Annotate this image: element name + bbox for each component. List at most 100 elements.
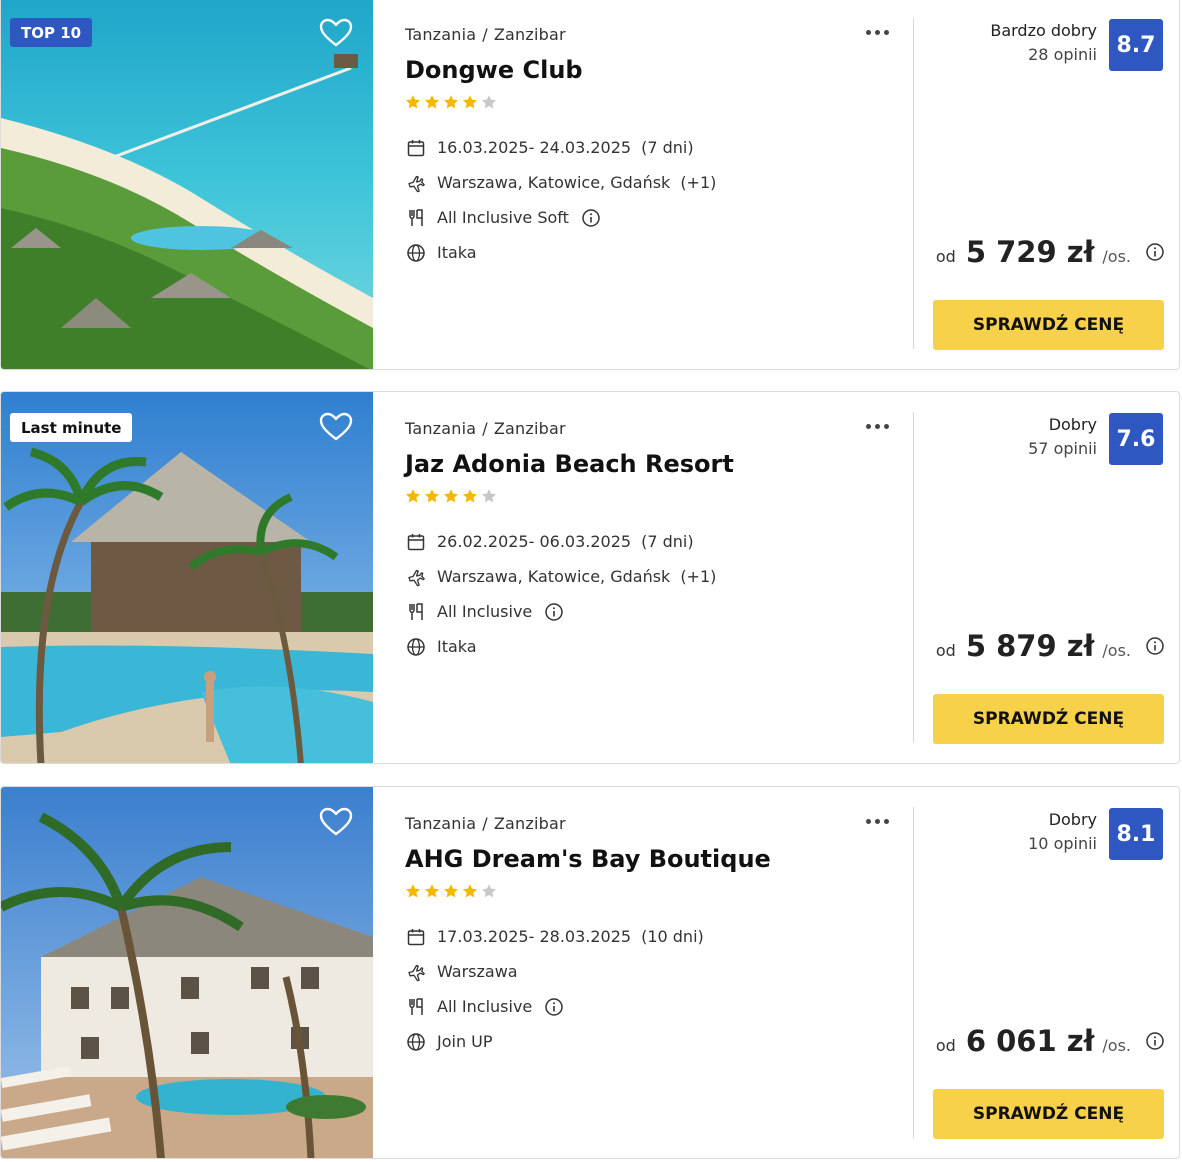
- rating-summary[interactable]: Bardzo dobry 28 opinii: [990, 19, 1097, 67]
- price-suffix: /os.: [1102, 641, 1131, 660]
- tour-operator: Itaka: [437, 243, 477, 262]
- review-count: 28 opinii: [1028, 45, 1097, 64]
- info-icon[interactable]: [581, 208, 601, 228]
- star-rating: [405, 488, 497, 504]
- price: od 5 879 zł /os.: [936, 629, 1165, 663]
- star-empty-icon: [482, 489, 496, 503]
- hotel-photo-beach: [1, 0, 373, 369]
- tour-operator: Join UP: [437, 1032, 493, 1051]
- rating-score[interactable]: 7.6: [1109, 413, 1163, 465]
- hotel-name[interactable]: Dongwe Club: [405, 56, 583, 84]
- rating-score[interactable]: 8.7: [1109, 19, 1163, 71]
- heart-icon[interactable]: [319, 412, 353, 442]
- location-separator: /: [482, 419, 488, 438]
- heart-icon[interactable]: [319, 807, 353, 837]
- fact-departure: Warszawa, Katowice, Gdańsk (+1): [405, 165, 716, 200]
- departure: Warszawa, Katowice, Gdańsk: [437, 173, 671, 192]
- duration: (7 dni): [641, 138, 694, 157]
- globe-icon: [405, 242, 427, 264]
- fact-board: All Inclusive: [405, 594, 716, 629]
- check-price-button[interactable]: SPRAWDŹ CENĘ: [933, 300, 1164, 350]
- star-icon: [463, 95, 477, 109]
- hotel-photo[interactable]: Last minute: [1, 392, 373, 763]
- board-type: All Inclusive Soft: [437, 208, 569, 227]
- rating-label: Dobry: [1048, 810, 1097, 829]
- star-rating: [405, 883, 497, 899]
- review-count: 10 opinii: [1028, 834, 1097, 853]
- fact-operator: Join UP: [405, 1024, 704, 1059]
- hotel-photo[interactable]: TOP 10: [1, 0, 373, 369]
- plane-icon: [405, 172, 427, 194]
- star-icon: [425, 884, 439, 898]
- rating-summary[interactable]: Dobry 10 opinii: [1028, 808, 1097, 856]
- price-suffix: /os.: [1102, 247, 1131, 266]
- offer-card[interactable]: TOP 10 Tanzania / Zanzibar Dongwe Club 16.…: [0, 0, 1180, 370]
- fact-board: All Inclusive Soft: [405, 200, 716, 235]
- heart-icon[interactable]: [319, 18, 353, 48]
- divider: [913, 807, 914, 1138]
- last-minute-badge: Last minute: [10, 413, 133, 442]
- info-icon[interactable]: [1145, 636, 1165, 656]
- check-price-button[interactable]: SPRAWDŹ CENĘ: [933, 694, 1164, 744]
- fact-operator: Itaka: [405, 235, 716, 270]
- star-icon: [406, 489, 420, 503]
- hotel-photo[interactable]: [1, 787, 373, 1158]
- cutlery-icon: [405, 207, 427, 229]
- rating-score[interactable]: 8.1: [1109, 808, 1163, 860]
- location-country: Tanzania: [405, 814, 477, 833]
- offer-info: Tanzania / Zanzibar AHG Dream's Bay Boutiq…: [405, 787, 915, 1158]
- info-icon[interactable]: [544, 602, 564, 622]
- star-icon: [425, 489, 439, 503]
- board-type: All Inclusive: [437, 997, 533, 1016]
- location-region: Zanzibar: [493, 814, 566, 833]
- fact-operator: Itaka: [405, 629, 716, 664]
- star-rating: [405, 94, 497, 110]
- fact-departure: Warszawa: [405, 954, 704, 989]
- fact-departure: Warszawa, Katowice, Gdańsk (+1): [405, 559, 716, 594]
- star-empty-icon: [482, 884, 496, 898]
- departure-extra[interactable]: (+1): [680, 567, 716, 586]
- check-price-button[interactable]: SPRAWDŹ CENĘ: [933, 1089, 1164, 1139]
- info-icon[interactable]: [1145, 1031, 1165, 1051]
- location-region: Zanzibar: [493, 25, 566, 44]
- price-suffix: /os.: [1102, 1036, 1131, 1055]
- calendar-icon: [405, 531, 427, 553]
- location-separator: /: [482, 814, 488, 833]
- dates: 17.03.2025- 28.03.2025: [437, 927, 632, 946]
- price-value: 5 729 zł: [965, 235, 1095, 269]
- location-region: Zanzibar: [493, 419, 566, 438]
- hotel-name[interactable]: AHG Dream's Bay Boutique: [405, 845, 771, 873]
- more-icon[interactable]: [861, 416, 893, 436]
- offer-card[interactable]: Last minute Tanzania / Zanzibar Jaz Adonia…: [0, 391, 1180, 764]
- offer-info: Tanzania / Zanzibar Jaz Adonia Beach Resor…: [405, 392, 915, 763]
- hotel-name[interactable]: Jaz Adonia Beach Resort: [405, 450, 734, 478]
- more-icon[interactable]: [861, 811, 893, 831]
- rating-summary[interactable]: Dobry 57 opinii: [1028, 413, 1097, 461]
- rating-label: Dobry: [1048, 415, 1097, 434]
- offer-facts: 17.03.2025- 28.03.2025 (10 dni) Warszawa…: [405, 919, 704, 1059]
- info-icon[interactable]: [544, 997, 564, 1017]
- location[interactable]: Tanzania / Zanzibar: [405, 419, 566, 438]
- price-prefix: od: [935, 641, 956, 660]
- location[interactable]: Tanzania / Zanzibar: [405, 25, 566, 44]
- departure-extra[interactable]: (+1): [680, 173, 716, 192]
- offer-card[interactable]: Tanzania / Zanzibar AHG Dream's Bay Boutiq…: [0, 786, 1180, 1159]
- info-icon[interactable]: [1145, 242, 1165, 262]
- star-icon: [406, 884, 420, 898]
- dates: 26.02.2025- 06.03.2025: [437, 532, 632, 551]
- star-icon: [406, 95, 420, 109]
- price-prefix: od: [935, 247, 956, 266]
- rating-label: Bardzo dobry: [990, 21, 1097, 40]
- price-value: 5 879 zł: [965, 629, 1095, 663]
- departure: Warszawa: [437, 962, 518, 981]
- calendar-icon: [405, 137, 427, 159]
- location-country: Tanzania: [405, 419, 477, 438]
- more-icon[interactable]: [861, 22, 893, 42]
- star-icon: [444, 884, 458, 898]
- star-icon: [463, 489, 477, 503]
- location[interactable]: Tanzania / Zanzibar: [405, 814, 566, 833]
- fact-dates: 17.03.2025- 28.03.2025 (10 dni): [405, 919, 704, 954]
- hotel-photo-resort: [1, 787, 373, 1158]
- cutlery-icon: [405, 601, 427, 623]
- divider: [913, 412, 914, 743]
